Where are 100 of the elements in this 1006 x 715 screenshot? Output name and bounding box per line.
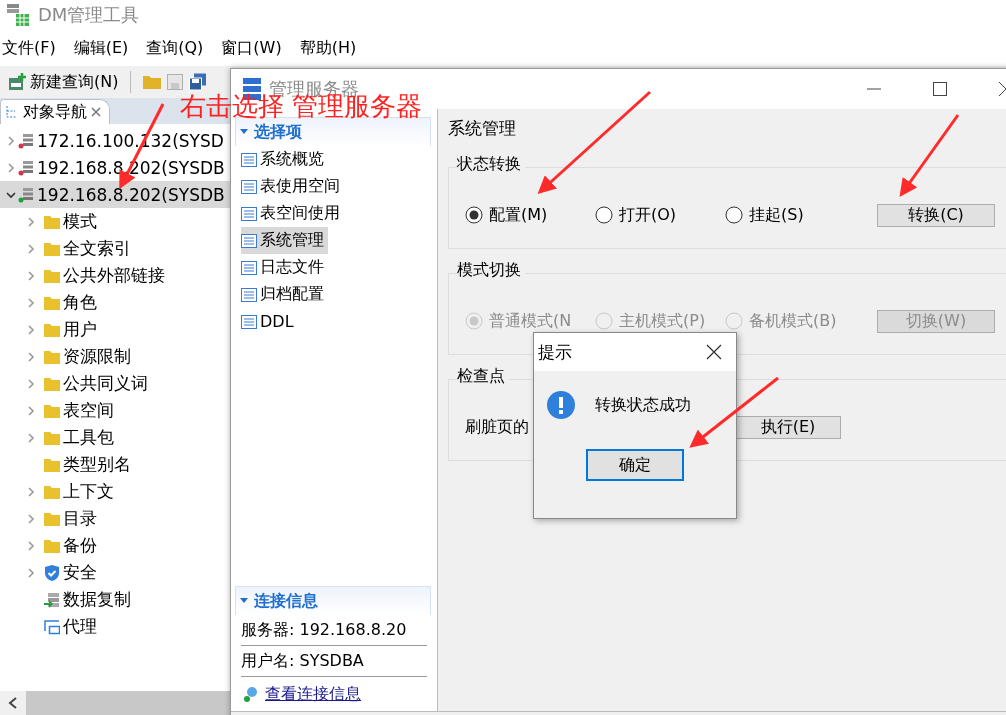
expand-icon[interactable] — [26, 378, 36, 389]
tree-item[interactable]: 用户 — [63, 318, 97, 341]
folder-icon — [44, 295, 60, 310]
menu-item[interactable]: 查询(Q) — [144, 37, 206, 59]
maximize-icon[interactable] — [933, 82, 947, 96]
folder-icon — [44, 403, 60, 418]
menu-item[interactable]: 文件(F) — [0, 37, 58, 59]
user-info: 用户名: SYSDBA — [241, 650, 364, 672]
caret-icon — [240, 598, 248, 604]
message-text: 转换状态成功 — [595, 394, 691, 416]
tree-item[interactable]: 数据复制 — [63, 588, 131, 611]
option-item[interactable]: 日志文件 — [241, 254, 328, 281]
tree-item[interactable]: 代理 — [63, 615, 97, 638]
folder-icon — [44, 484, 60, 499]
expand-icon[interactable] — [26, 513, 36, 524]
menu-item[interactable]: 编辑(E) — [71, 37, 131, 59]
connection-info-link[interactable]: 查看连接信息 — [265, 683, 361, 705]
expand-icon[interactable] — [26, 216, 36, 227]
action-button[interactable]: 执行(E) — [735, 415, 841, 439]
tree-item[interactable]: 上下文 — [63, 480, 114, 503]
folder-icon — [44, 322, 60, 337]
expand-icon[interactable] — [26, 405, 36, 416]
expand-icon[interactable] — [26, 540, 36, 551]
radio-icon — [465, 206, 483, 224]
folder-icon — [44, 376, 60, 391]
ok-button[interactable]: 确定 — [586, 449, 684, 481]
list-icon — [241, 287, 257, 302]
expand-icon[interactable] — [26, 243, 36, 254]
info-icon — [547, 391, 575, 419]
menu-item[interactable]: 窗口(W) — [219, 37, 284, 59]
close-icon[interactable] — [706, 344, 722, 360]
option-item[interactable]: 归档配置 — [241, 281, 328, 308]
action-button[interactable]: 转换(C) — [877, 203, 995, 227]
proxy-icon — [44, 618, 60, 635]
save-icon[interactable] — [167, 74, 184, 90]
option-item[interactable]: 系统概览 — [241, 146, 328, 173]
tree-item[interactable]: 192.168.8.202(SYSDB — [0, 181, 230, 208]
shield-icon — [44, 564, 60, 581]
list-icon — [241, 260, 257, 275]
field-label: 刷脏页的 — [465, 416, 529, 438]
save-all-icon[interactable] — [189, 73, 208, 91]
radio-button[interactable]: 配置(M) — [465, 204, 595, 226]
expand-icon[interactable] — [26, 432, 36, 443]
sql-icon — [8, 73, 26, 91]
server-info: 服务器: 192.168.8.20 — [241, 619, 407, 641]
folder-icon — [44, 241, 60, 256]
list-icon — [241, 179, 257, 194]
tree-item[interactable]: 角色 — [63, 291, 97, 314]
list-icon — [241, 206, 257, 221]
option-item[interactable]: 系统管理 — [241, 227, 328, 254]
expand-icon[interactable] — [26, 297, 36, 308]
expand-icon[interactable] — [26, 270, 36, 281]
radio-icon — [595, 206, 613, 224]
folder-icon — [44, 430, 60, 445]
folder-icon[interactable] — [143, 74, 162, 90]
option-item[interactable]: 表空间使用 — [241, 200, 344, 227]
tree-item[interactable]: 备份 — [63, 534, 97, 557]
group-title: 检查点 — [457, 366, 509, 387]
navigator-tab[interactable]: 对象导航 — [0, 99, 110, 124]
tree-item[interactable]: 公共同义词 — [63, 372, 148, 395]
page-title: 系统管理 — [448, 118, 516, 138]
folder-icon — [44, 268, 60, 283]
folder-icon — [44, 349, 60, 364]
option-item[interactable]: 表使用空间 — [241, 173, 344, 200]
folder-icon — [44, 538, 60, 553]
tree-item[interactable]: 公共外部链接 — [63, 264, 165, 287]
message-title: 提示 — [538, 340, 572, 364]
tree-item[interactable]: 全文索引 — [63, 237, 131, 260]
list-icon — [241, 233, 257, 248]
radio-icon — [725, 206, 743, 224]
expand-icon[interactable] — [26, 324, 36, 335]
tree-item[interactable]: 模式 — [63, 210, 97, 233]
radio-icon — [465, 312, 483, 330]
list-icon — [241, 152, 257, 167]
collapse-icon[interactable] — [6, 189, 16, 200]
expand-icon[interactable] — [6, 162, 16, 173]
tree-item[interactable]: 表空间 — [63, 399, 114, 422]
section-header[interactable]: 连接信息 — [235, 586, 431, 615]
expand-icon[interactable] — [26, 486, 36, 497]
tree-item[interactable]: 类型别名 — [63, 453, 131, 476]
radio-icon — [595, 312, 613, 330]
tree-item[interactable]: 工具包 — [63, 426, 114, 449]
radio-icon — [725, 312, 743, 330]
scroll-left-icon[interactable] — [8, 697, 18, 709]
replication-icon — [44, 591, 60, 608]
option-item[interactable]: DDL — [241, 308, 298, 335]
menu-item[interactable]: 帮助(H) — [297, 37, 359, 59]
caret-icon — [240, 129, 248, 135]
new-query-button[interactable]: 新建查询(N) — [8, 71, 119, 93]
tree-item[interactable]: 目录 — [63, 507, 97, 530]
radio-button[interactable]: 挂起(S) — [725, 204, 855, 226]
folder-icon — [44, 457, 60, 472]
expand-icon[interactable] — [26, 351, 36, 362]
folder-icon — [44, 511, 60, 526]
radio-button[interactable]: 打开(O) — [595, 204, 725, 226]
tree-icon — [5, 105, 19, 119]
tree-item[interactable]: 安全 — [63, 561, 97, 584]
expand-icon[interactable] — [6, 135, 16, 146]
tree-item[interactable]: 资源限制 — [63, 345, 131, 368]
expand-icon[interactable] — [26, 567, 36, 578]
